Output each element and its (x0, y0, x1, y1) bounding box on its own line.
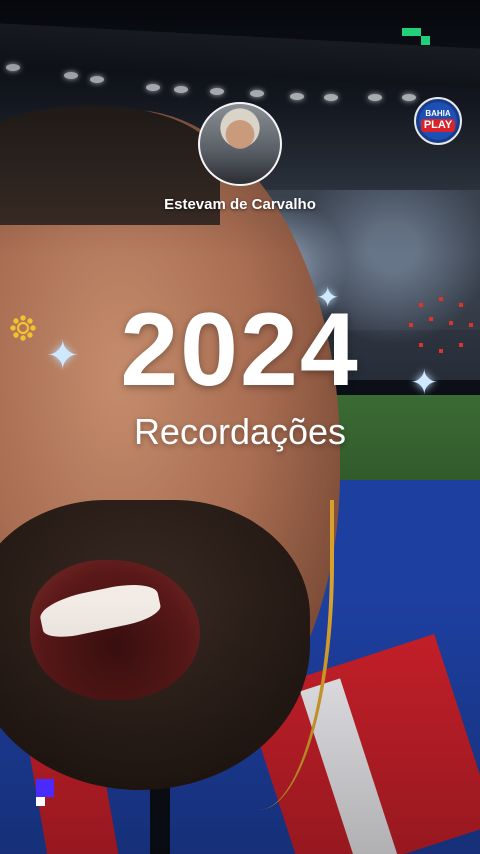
author-profile[interactable]: Estevam de Carvalho (0, 102, 480, 213)
subtitle: Recordações (133, 411, 347, 452)
avatar[interactable] (198, 102, 282, 186)
year-title: 2024 (120, 292, 360, 408)
pixel-block-icon (402, 28, 434, 48)
author-name: Estevam de Carvalho (164, 196, 316, 213)
pixel-block-icon (36, 779, 58, 809)
